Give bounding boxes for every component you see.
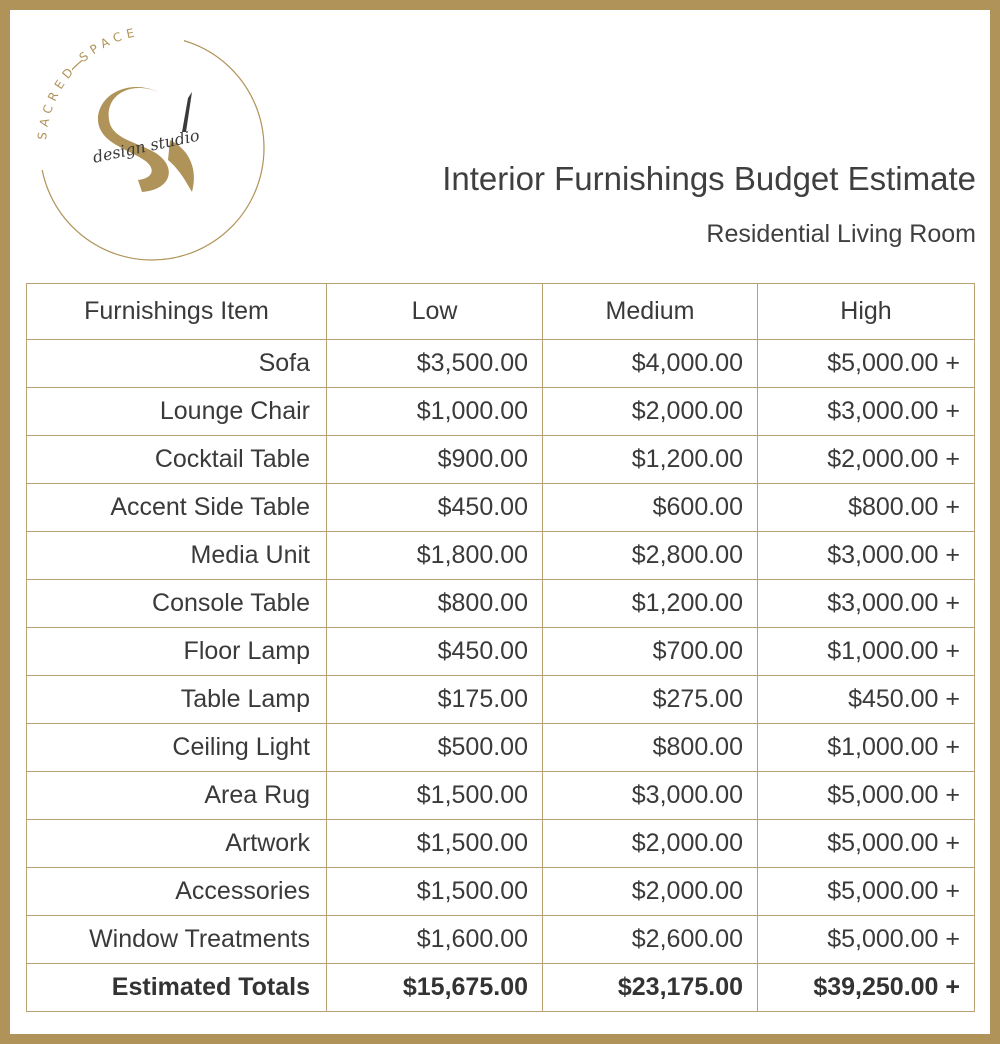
low-cell: $450.00 [326,483,543,532]
total-medium: $23,175.00 [542,963,758,1012]
low-cell: $900.00 [326,435,543,484]
table-row: Media Unit $1,800.00 $2,800.00 $3,000.00… [26,531,975,580]
low-cell: $1,000.00 [326,387,543,436]
table-row: Cocktail Table $900.00 $1,200.00 $2,000.… [26,435,975,484]
low-cell: $1,500.00 [326,819,543,868]
high-cell: $5,000.00 + [757,819,975,868]
column-header-item: Furnishings Item [26,283,327,340]
table-row: Accent Side Table $450.00 $600.00 $800.0… [26,483,975,532]
high-cell: $800.00 + [757,483,975,532]
low-cell: $1,500.00 [326,771,543,820]
medium-cell: $4,000.00 [542,339,758,388]
item-cell: Table Lamp [26,675,327,724]
medium-cell: $2,600.00 [542,915,758,964]
item-cell: Sofa [26,339,327,388]
high-cell: $5,000.00 + [757,339,975,388]
medium-cell: $600.00 [542,483,758,532]
low-cell: $800.00 [326,579,543,628]
item-cell: Area Rug [26,771,327,820]
table-row: Floor Lamp $450.00 $700.00 $1,000.00 + [26,627,975,676]
high-cell: $1,000.00 + [757,723,975,772]
table-row: Table Lamp $175.00 $275.00 $450.00 + [26,675,975,724]
table-header-row: Furnishings Item Low Medium High [26,283,975,340]
table-row: Console Table $800.00 $1,200.00 $3,000.0… [26,579,975,628]
total-low: $15,675.00 [326,963,543,1012]
table-row: Accessories $1,500.00 $2,000.00 $5,000.0… [26,867,975,916]
item-cell: Floor Lamp [26,627,327,676]
high-cell: $3,000.00 + [757,531,975,580]
totals-label: Estimated Totals [26,963,327,1012]
total-high: $39,250.00 + [757,963,975,1012]
table-row: Window Treatments $1,600.00 $2,600.00 $5… [26,915,975,964]
page: SACRED SPACE design studio Interior Furn… [10,10,990,1034]
high-cell: $3,000.00 + [757,579,975,628]
high-cell: $1,000.00 + [757,627,975,676]
table-row: Ceiling Light $500.00 $800.00 $1,000.00 … [26,723,975,772]
item-cell: Accent Side Table [26,483,327,532]
high-cell: $2,000.00 + [757,435,975,484]
medium-cell: $3,000.00 [542,771,758,820]
medium-cell: $2,800.00 [542,531,758,580]
item-cell: Media Unit [26,531,327,580]
medium-cell: $800.00 [542,723,758,772]
page-subtitle: Residential Living Room [706,220,976,248]
low-cell: $450.00 [326,627,543,676]
low-cell: $1,800.00 [326,531,543,580]
high-cell: $5,000.00 + [757,867,975,916]
item-cell: Cocktail Table [26,435,327,484]
medium-cell: $1,200.00 [542,579,758,628]
item-cell: Accessories [26,867,327,916]
low-cell: $1,500.00 [326,867,543,916]
item-cell: Console Table [26,579,327,628]
high-cell: $3,000.00 + [757,387,975,436]
medium-cell: $275.00 [542,675,758,724]
medium-cell: $2,000.00 [542,387,758,436]
low-cell: $175.00 [326,675,543,724]
medium-cell: $1,200.00 [542,435,758,484]
table-row: Lounge Chair $1,000.00 $2,000.00 $3,000.… [26,387,975,436]
low-cell: $3,500.00 [326,339,543,388]
item-cell: Ceiling Light [26,723,327,772]
high-cell: $450.00 + [757,675,975,724]
item-cell: Window Treatments [26,915,327,964]
item-cell: Lounge Chair [26,387,327,436]
high-cell: $5,000.00 + [757,915,975,964]
medium-cell: $2,000.00 [542,867,758,916]
medium-cell: $2,000.00 [542,819,758,868]
column-header-medium: Medium [542,283,758,340]
item-cell: Artwork [26,819,327,868]
table-row: Artwork $1,500.00 $2,000.00 $5,000.00 + [26,819,975,868]
table-row: Area Rug $1,500.00 $3,000.00 $5,000.00 + [26,771,975,820]
table-row: Sofa $3,500.00 $4,000.00 $5,000.00 + [26,339,975,388]
medium-cell: $700.00 [542,627,758,676]
page-title: Interior Furnishings Budget Estimate [442,160,976,197]
low-cell: $500.00 [326,723,543,772]
column-header-high: High [757,283,975,340]
high-cell: $5,000.00 + [757,771,975,820]
totals-row: Estimated Totals $15,675.00 $23,175.00 $… [26,963,975,1012]
column-header-low: Low [326,283,543,340]
sacred-space-logo: SACRED SPACE design studio [32,20,265,261]
low-cell: $1,600.00 [326,915,543,964]
budget-table: Furnishings Item Low Medium High Sofa $3… [26,283,975,1012]
